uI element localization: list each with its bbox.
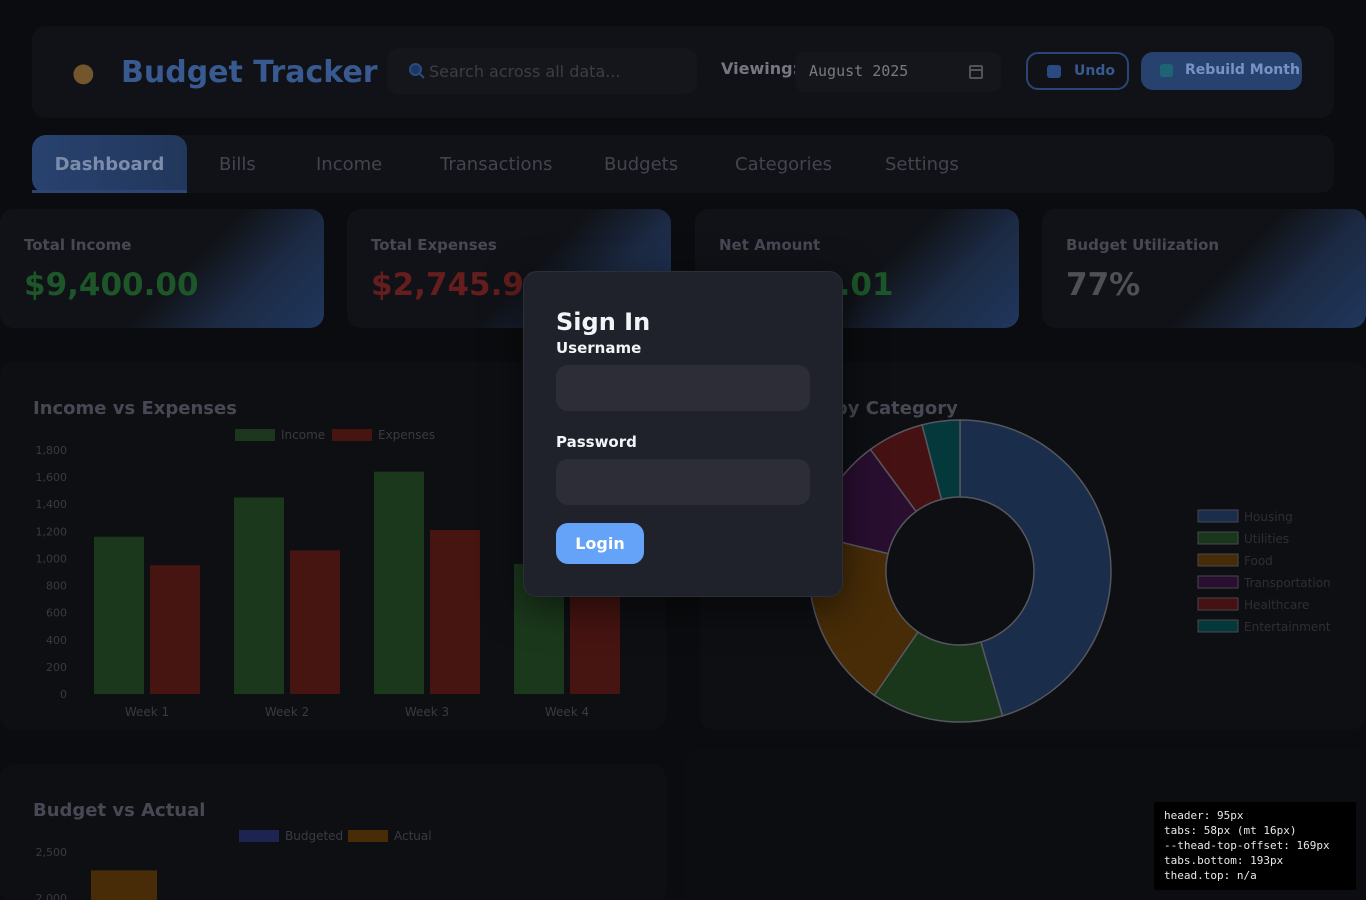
money-bag-icon: ● xyxy=(72,58,95,88)
x-tick-label: Week 4 xyxy=(545,705,589,719)
legend-swatch xyxy=(1197,575,1239,589)
y-tick-label: 2,000 xyxy=(36,892,68,900)
x-tick-label: Week 2 xyxy=(265,705,309,719)
stat-card-budget-utilization: Budget Utilization 77% xyxy=(1042,209,1366,328)
main-tabs: Dashboard Bills Income Transactions Budg… xyxy=(32,135,1334,193)
viewing-label: Viewing: xyxy=(721,59,799,78)
undo-icon xyxy=(1047,65,1061,78)
x-tick-label: Week 3 xyxy=(405,705,449,719)
username-field[interactable] xyxy=(556,365,810,411)
login-button[interactable]: Login xyxy=(556,523,644,564)
stat-label: Total Expenses xyxy=(371,236,497,254)
legend-label: Expenses xyxy=(378,428,435,442)
sign-in-modal: Sign In Username Password Login xyxy=(523,271,843,597)
legend-label: Healthcare xyxy=(1244,598,1309,612)
tab-categories[interactable]: Categories xyxy=(735,135,832,193)
y-tick-label: 1,400 xyxy=(36,498,68,511)
y-tick-label: 2,500 xyxy=(36,846,68,859)
y-tick-label: 200 xyxy=(46,661,67,674)
search-input[interactable] xyxy=(387,48,697,94)
stat-value: $2,745.99 xyxy=(371,267,546,303)
y-tick-label: 400 xyxy=(46,634,67,647)
budget-actual-chart: Budgeted Actual 2,500 2,000 xyxy=(36,829,432,900)
legend-swatch xyxy=(1197,509,1239,523)
password-field[interactable] xyxy=(556,459,810,505)
month-value: August 2025 xyxy=(809,62,909,80)
legend-label: Income xyxy=(281,428,325,442)
undo-button[interactable]: Undo xyxy=(1026,52,1129,90)
stat-label: Net Amount xyxy=(719,236,821,254)
legend-swatch xyxy=(1197,619,1239,633)
calendar-icon[interactable] xyxy=(969,65,983,79)
legend-label: Transportation xyxy=(1243,576,1331,590)
legend-label: Budgeted xyxy=(285,829,343,843)
stat-value: $9,400.00 xyxy=(24,267,199,303)
y-tick-label: 0 xyxy=(60,688,67,701)
month-picker[interactable]: August 2025 xyxy=(795,52,1001,92)
legend-swatch xyxy=(332,429,372,441)
y-tick-label: 800 xyxy=(46,580,67,593)
y-tick-label: 1,600 xyxy=(36,471,68,484)
debug-line: tabs.bottom: 193px xyxy=(1164,854,1284,867)
y-tick-label: 1,800 xyxy=(36,444,68,457)
debug-line: thead.top: n/a xyxy=(1164,869,1257,882)
legend-label: Utilities xyxy=(1244,532,1289,546)
y-tick-label: 600 xyxy=(46,607,67,620)
username-label: Username xyxy=(556,339,642,357)
legend-swatch xyxy=(1197,553,1239,567)
debug-overlay: header: 95px tabs: 58px (mt 16px) --thea… xyxy=(1154,802,1356,890)
tab-income[interactable]: Income xyxy=(316,135,382,193)
rebuild-month-button[interactable]: Rebuild Month xyxy=(1141,52,1302,90)
app-header: ● Budget Tracker Viewing: August 2025 Un… xyxy=(32,26,1334,118)
bar xyxy=(290,550,340,694)
debug-line: --thead-top-offset: 169px xyxy=(1164,839,1330,852)
rebuild-label: Rebuild Month xyxy=(1185,62,1300,78)
legend-swatch xyxy=(348,830,388,842)
budget-vs-actual-panel: Budget vs Actual Budgeted Actual 2,500 2,00… xyxy=(0,764,666,900)
modal-title: Sign In xyxy=(556,308,651,336)
legend-label: Food xyxy=(1244,554,1273,568)
undo-label: Undo xyxy=(1074,63,1115,79)
y-tick-label: 1,200 xyxy=(36,525,68,538)
legend-swatch xyxy=(1197,531,1239,545)
password-label: Password xyxy=(556,433,637,451)
debug-line: header: 95px xyxy=(1164,809,1244,822)
debug-line: tabs: 58px (mt 16px) xyxy=(1164,824,1297,837)
tab-dashboard[interactable]: Dashboard xyxy=(32,135,187,193)
legend-label: Entertainment xyxy=(1244,620,1331,634)
rebuild-icon xyxy=(1160,64,1173,77)
tab-settings[interactable]: Settings xyxy=(885,135,959,193)
stat-label: Total Income xyxy=(24,236,132,254)
bar xyxy=(94,536,144,694)
stat-card-total-income: Total Income $9,400.00 xyxy=(0,209,324,328)
legend-swatch xyxy=(1197,597,1239,611)
search-icon xyxy=(409,63,425,79)
tab-budgets[interactable]: Budgets xyxy=(604,135,678,193)
legend-swatch xyxy=(235,429,275,441)
bar xyxy=(430,529,480,694)
legend-label: Actual xyxy=(394,829,432,843)
bar xyxy=(374,471,424,694)
legend-swatch xyxy=(239,830,279,842)
legend-label: Housing xyxy=(1244,510,1293,524)
x-tick-label: Week 1 xyxy=(125,705,169,719)
app-title: Budget Tracker xyxy=(121,55,378,90)
bar xyxy=(234,497,284,694)
y-tick-label: 1,000 xyxy=(36,552,68,565)
bar xyxy=(91,870,157,900)
stat-value: 77% xyxy=(1066,267,1141,303)
tab-bills[interactable]: Bills xyxy=(219,135,256,193)
bar xyxy=(150,565,200,694)
tab-transactions[interactable]: Transactions xyxy=(440,135,552,193)
stat-label: Budget Utilization xyxy=(1066,236,1220,254)
